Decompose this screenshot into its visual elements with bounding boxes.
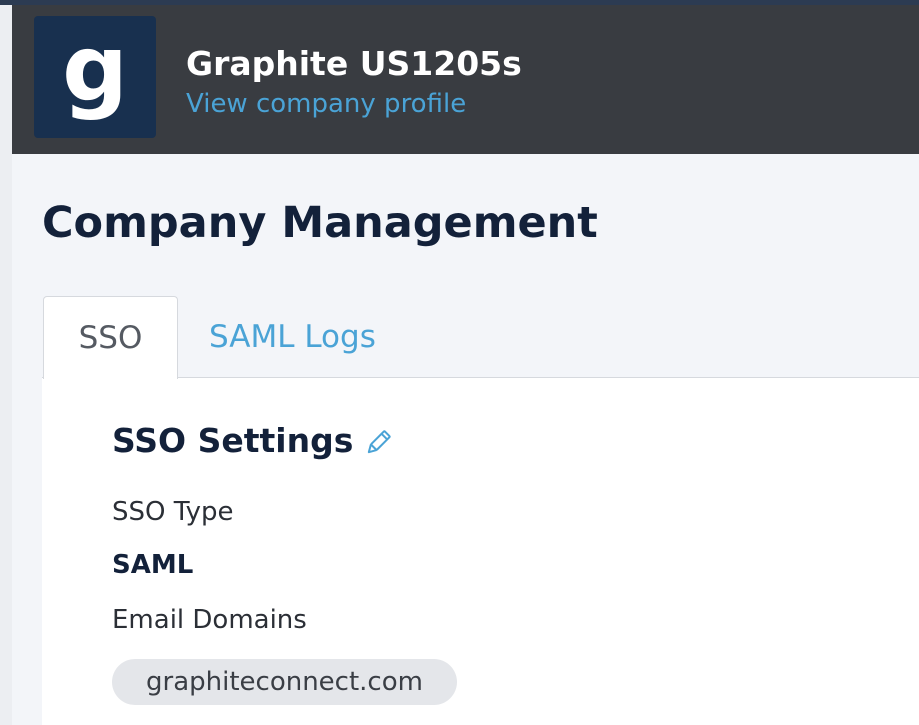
sso-settings-title: SSO Settings — [112, 421, 354, 460]
tab-sso[interactable]: SSO — [43, 296, 178, 379]
sso-settings-panel: SSO Settings SSO Type SAML Email Domains… — [42, 378, 919, 725]
logo-letter: g — [62, 15, 128, 122]
tab-saml-logs[interactable]: SAML Logs — [209, 296, 376, 378]
page-title: Company Management — [42, 198, 598, 248]
sso-type-value: SAML — [112, 550, 194, 580]
left-edge-strip — [0, 0, 12, 725]
email-domains-label: Email Domains — [112, 605, 307, 635]
view-company-profile-link[interactable]: View company profile — [186, 88, 466, 120]
sso-type-label: SSO Type — [112, 497, 234, 527]
email-domain-chip: graphiteconnect.com — [112, 659, 457, 705]
pencil-icon[interactable] — [363, 426, 393, 456]
company-header: g Graphite US1205s View company profile — [12, 5, 919, 154]
company-name: Graphite US1205s — [186, 44, 522, 83]
company-logo: g — [34, 16, 156, 138]
sso-settings-heading: SSO Settings — [112, 420, 393, 462]
